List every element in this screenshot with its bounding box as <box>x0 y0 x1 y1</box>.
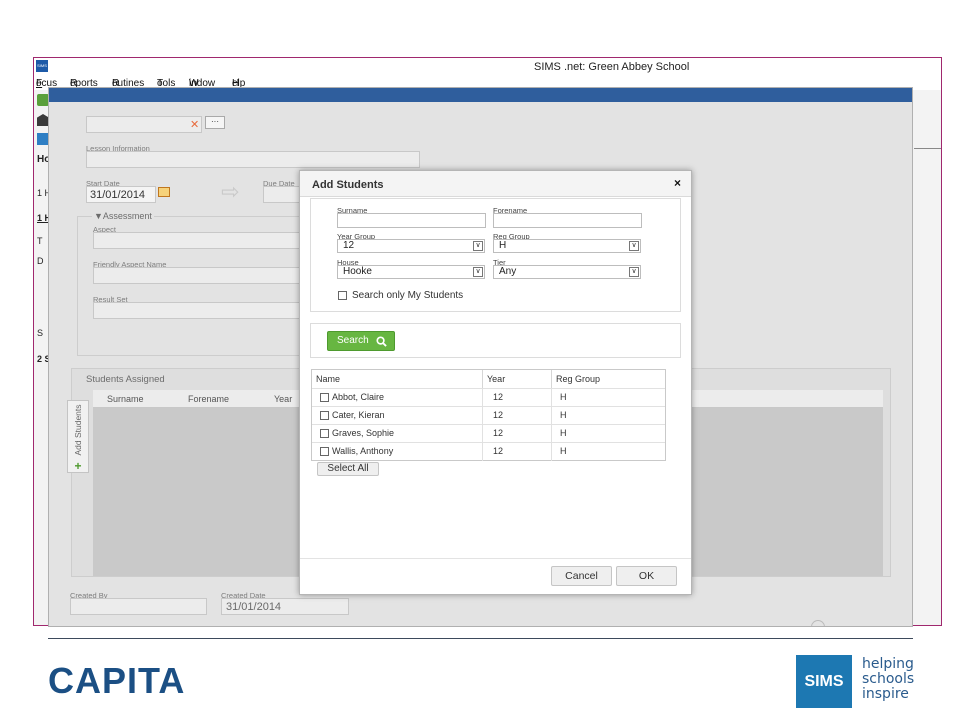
arrow-right-icon: ⇨ <box>221 179 240 204</box>
search-button[interactable]: Search <box>327 331 395 351</box>
chevron-down-icon[interactable]: ∨ <box>473 241 483 251</box>
results-header-name[interactable]: Name <box>312 370 483 389</box>
due-date-field[interactable] <box>263 186 303 203</box>
column-year[interactable]: Year <box>274 394 292 404</box>
tagline: helping schools inspire <box>862 657 914 702</box>
plus-icon: + <box>74 459 82 473</box>
select-all-button[interactable]: Select All <box>317 462 379 476</box>
cell-reg-group: H <box>560 410 567 420</box>
ok-button[interactable]: OK <box>616 566 677 586</box>
year-group-value: 12 <box>343 240 355 251</box>
house-value: Hooke <box>343 266 372 277</box>
cell-name: Abbot, Claire <box>312 389 483 407</box>
cell-year: 12 <box>483 407 552 425</box>
table-row[interactable]: Abbot, Claire 12 H <box>312 388 665 407</box>
results-header-year[interactable]: Year <box>483 370 552 389</box>
lesson-information-field[interactable] <box>86 151 420 168</box>
cell-reg-group: H <box>560 446 567 456</box>
forename-input[interactable] <box>493 213 642 228</box>
result-set-field[interactable] <box>93 302 303 319</box>
only-my-students-checkbox[interactable] <box>338 291 347 300</box>
tagline-line: helping <box>862 656 914 672</box>
tagline-line: inspire <box>862 686 909 702</box>
table-row[interactable]: Graves, Sophie 12 H <box>312 424 665 443</box>
capita-logo: CAPITA <box>48 660 186 701</box>
left-label-4: D <box>37 256 44 266</box>
year-group-select[interactable]: 12 ∨ <box>337 239 485 253</box>
cell-reg-group: H <box>560 428 567 438</box>
lesson-select-field[interactable] <box>86 116 202 133</box>
cell-year: 12 <box>483 425 552 443</box>
chevron-down-icon[interactable]: ∨ <box>473 267 483 277</box>
footer-divider <box>48 638 913 639</box>
cell-year: 12 <box>483 389 552 407</box>
toolbar-divider <box>914 148 941 149</box>
title-bar: SIMS SIMS .net: Green Abbey School <box>34 58 941 76</box>
tier-select[interactable]: Any ∨ <box>493 265 641 279</box>
reg-group-select[interactable]: H ∨ <box>493 239 641 253</box>
sims-app-icon: SIMS <box>36 60 48 72</box>
tier-value: Any <box>499 266 517 277</box>
cancel-button[interactable]: Cancel <box>551 566 612 586</box>
column-forename[interactable]: Forename <box>188 394 229 404</box>
assessment-legend[interactable]: ▼Assessment <box>92 211 154 221</box>
reg-group-value: H <box>499 240 507 251</box>
students-assigned-label: Students Assigned <box>86 374 165 385</box>
add-students-tab[interactable]: + Add Students <box>67 400 89 473</box>
house-select[interactable]: Hooke ∨ <box>337 265 485 279</box>
only-my-students-label: Search only My Students <box>352 290 464 301</box>
created-date-field: 31/01/2014 <box>221 598 349 615</box>
browse-button[interactable]: ··· <box>205 116 225 129</box>
left-label-5: S <box>37 328 44 338</box>
results-table: Name Year Reg Group Abbot, Claire 12 H C… <box>311 369 666 461</box>
dialog-title: Add Students <box>312 179 384 191</box>
clear-icon[interactable]: ✕ <box>190 118 199 131</box>
chevron-down-icon[interactable]: ∨ <box>629 241 639 251</box>
cell-year: 12 <box>483 443 552 461</box>
help-icon[interactable] <box>811 620 825 626</box>
chevron-down-icon[interactable]: ∨ <box>629 267 639 277</box>
table-row[interactable]: Wallis, Anthony 12 H <box>312 442 665 461</box>
friendly-aspect-field[interactable] <box>93 267 303 284</box>
created-date-value: 31/01/2014 <box>226 601 282 613</box>
dialog-header: Add Students × <box>300 171 691 197</box>
left-label-3: T <box>37 236 43 246</box>
window-title: SIMS .net: Green Abbey School <box>534 61 690 73</box>
calendar-icon[interactable] <box>158 187 170 197</box>
cell-name: Cater, Kieran <box>312 407 483 425</box>
cell-reg-group: H <box>560 392 567 402</box>
table-row[interactable]: Cater, Kieran 12 H <box>312 406 665 425</box>
sims-logo: SIMS <box>796 655 852 708</box>
cell-name: Graves, Sophie <box>312 425 483 443</box>
start-date-field[interactable]: 31/01/2014 <box>86 186 156 203</box>
created-by-field <box>70 598 207 615</box>
form-title-bar <box>49 88 912 102</box>
add-students-dialog: Add Students × Surname Forename Year Gro… <box>299 170 692 595</box>
tagline-line: schools <box>862 671 915 687</box>
search-button-label: Search <box>337 335 369 346</box>
search-icon <box>376 336 387 347</box>
surname-input[interactable] <box>337 213 486 228</box>
cell-name: Wallis, Anthony <box>312 443 483 461</box>
start-date-value: 31/01/2014 <box>90 189 146 201</box>
results-header-reg-group[interactable]: Reg Group <box>552 370 665 389</box>
add-students-tab-label: Add Students <box>73 404 83 456</box>
close-icon[interactable]: × <box>674 176 681 190</box>
aspect-field[interactable] <box>93 232 303 249</box>
column-surname[interactable]: Surname <box>107 394 144 404</box>
search-criteria-panel: Surname Forename Year Group 12 ∨ Reg Gro… <box>310 198 681 312</box>
dialog-footer-divider <box>300 558 691 559</box>
